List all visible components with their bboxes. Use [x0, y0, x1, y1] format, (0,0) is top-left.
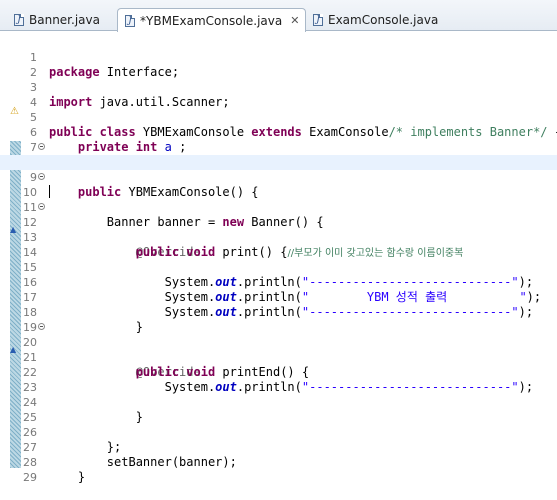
- fold-collapse-icon[interactable]: [38, 203, 45, 210]
- code-line: 8 public YBMExamConsole() {: [0, 140, 557, 199]
- code-editor[interactable]: ⚠ ▲ ▲ 1 package Interface; 2 3 import ja…: [0, 31, 557, 484]
- code-line: 10 Banner banner = new Banner() {: [0, 170, 557, 229]
- tab-label: *YBMExamConsole.java: [140, 13, 283, 28]
- editor-tab-bar: J Banner.java J *YBMExamConsole.java ✕ J…: [0, 0, 557, 32]
- tab-label: Banner.java: [29, 12, 100, 27]
- code-line: 24 }: [0, 380, 557, 424]
- code-line: 19: [0, 305, 557, 334]
- code-line: 17 System.out.println("-----------------…: [0, 275, 557, 319]
- code-line: 7: [0, 125, 557, 154]
- code-line: 25: [0, 395, 557, 424]
- tab-ybmexamconsole-java[interactable]: J *YBMExamConsole.java ✕: [117, 8, 307, 32]
- code-line: 3 import java.util.Scanner;: [0, 65, 557, 109]
- code-line: 22 System.out.println("-----------------…: [0, 350, 557, 394]
- tab-banner-java[interactable]: J Banner.java: [14, 8, 100, 31]
- code-line: 28 }: [0, 440, 557, 484]
- java-file-icon: J: [313, 13, 323, 26]
- code-line: 18 }: [0, 290, 557, 334]
- code-line: 23: [0, 365, 557, 394]
- java-file-icon: J: [125, 14, 135, 27]
- tab-examconsole-java[interactable]: J ExamConsole.java: [313, 8, 438, 31]
- tab-label: ExamConsole.java: [328, 12, 439, 27]
- line-number: 29: [23, 471, 37, 484]
- fold-collapse-icon[interactable]: [38, 323, 45, 330]
- code-line: 21 public void printEnd() {: [0, 335, 557, 379]
- current-code-line: 9: [0, 155, 557, 198]
- code-line: 13 public void print() {//부모가 이미 갖고있는 함수…: [0, 215, 557, 259]
- code-line: 5 public class YBMExamConsole extends Ex…: [0, 95, 557, 139]
- code-line: 11: [0, 185, 557, 214]
- code-line: 12 @Override: [0, 200, 557, 259]
- code-line: 1 package Interface;: [0, 35, 557, 79]
- code-line: 6 private int a ;: [0, 110, 557, 154]
- code-line: 20 @Override: [0, 320, 557, 379]
- close-icon[interactable]: ✕: [290, 14, 299, 27]
- code-line: 16 System.out.println(" YBM 성적 출력 ");: [0, 260, 557, 304]
- code-line: 2: [0, 50, 557, 79]
- code-line: 14: [0, 230, 557, 259]
- fold-collapse-icon[interactable]: [38, 173, 45, 180]
- code-line: 27 setBanner(banner);: [0, 425, 557, 469]
- java-file-icon: J: [14, 13, 24, 26]
- code-line: 4: [0, 80, 557, 109]
- code-line: 26 };: [0, 410, 557, 454]
- code-line: 15 System.out.println("-----------------…: [0, 245, 557, 289]
- fold-collapse-icon[interactable]: [38, 143, 45, 150]
- code-text: }: [77, 470, 86, 484]
